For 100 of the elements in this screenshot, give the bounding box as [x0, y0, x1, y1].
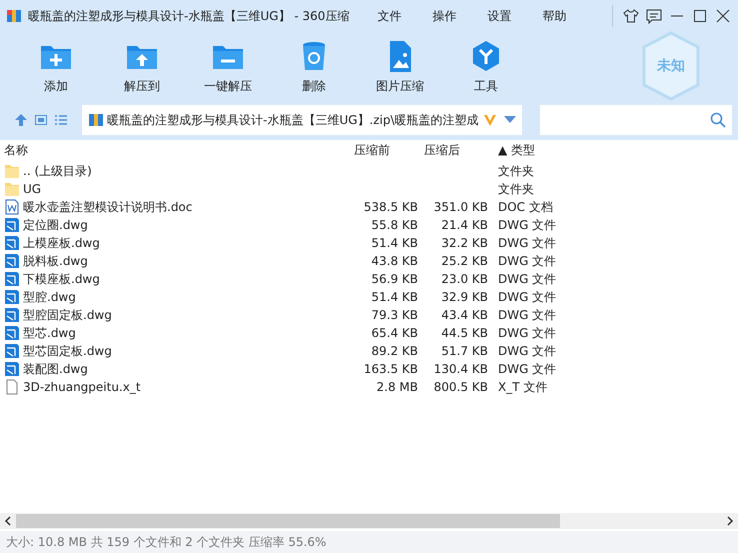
- shirt-icon[interactable]: [622, 8, 640, 24]
- column-header[interactable]: 名称: [0, 142, 348, 158]
- size-cell: 21.4 KB: [441, 218, 488, 232]
- folder-icon: [4, 181, 20, 197]
- toolbar-button[interactable]: 图片压缩: [362, 38, 438, 94]
- file-row[interactable]: UG 文件夹: [0, 180, 738, 198]
- drawing-file-icon: [4, 343, 20, 359]
- size-cell: 538.5 KB: [364, 200, 418, 214]
- file-row[interactable]: 型腔固定板.dwg 79.3 KB 43.4 KB DWG 文件: [0, 306, 738, 324]
- drawing-file-icon: [4, 271, 20, 287]
- file-row[interactable]: 型腔.dwg 51.4 KB 32.9 KB DWG 文件: [0, 288, 738, 306]
- drawing-file-icon: [4, 361, 20, 377]
- toolbar-button[interactable]: 一键解压: [190, 38, 266, 94]
- file-name: 3D-zhuangpeitu.x_t: [23, 380, 141, 394]
- file-name: 型腔.dwg: [23, 288, 76, 306]
- type-cell: X_T 文件: [498, 378, 548, 396]
- archive-icon: [6, 8, 22, 24]
- status-badge: 未知: [640, 31, 702, 101]
- drawing-file-icon: [4, 217, 20, 233]
- type-cell: DWG 文件: [498, 306, 556, 324]
- drawing-file-icon: [4, 235, 20, 251]
- dropdown-icon[interactable]: [504, 116, 516, 124]
- file-row[interactable]: 暖水壶盖注塑模设计说明书.doc 538.5 KB 351.0 KB DOC 文档: [0, 198, 738, 216]
- drawing-file-icon: [4, 325, 20, 341]
- size-cell: 130.4 KB: [434, 362, 488, 376]
- menu-item[interactable]: 设置: [485, 8, 514, 24]
- maximize-icon[interactable]: [691, 9, 709, 23]
- file-row[interactable]: 上模座板.dwg 51.4 KB 32.2 KB DWG 文件: [0, 234, 738, 252]
- search-field[interactable]: [540, 105, 732, 135]
- toolbar-button[interactable]: 工具: [448, 38, 524, 94]
- type-cell: DWG 文件: [498, 324, 556, 342]
- file-row[interactable]: 型芯固定板.dwg 89.2 KB 51.7 KB DWG 文件: [0, 342, 738, 360]
- size-cell: 51.7 KB: [441, 344, 488, 358]
- address-field[interactable]: 暖瓶盖的注塑成形与模具设计-水瓶盖【三维UG】.zip\暖瓶盖的注塑成: [82, 105, 522, 135]
- column-header[interactable]: 压缩后: [418, 142, 488, 158]
- address-path: 暖瓶盖的注塑成形与模具设计-水瓶盖【三维UG】.zip\暖瓶盖的注塑成: [107, 112, 479, 128]
- list-view-icon[interactable]: [54, 113, 68, 127]
- thumbnail-view-icon[interactable]: [34, 113, 48, 127]
- type-cell: DWG 文件: [498, 288, 556, 306]
- window-title: 暖瓶盖的注塑成形与模具设计-水瓶盖【三维UG】 - 360压缩: [28, 8, 350, 24]
- message-icon[interactable]: [645, 8, 663, 24]
- column-header[interactable]: ▲ 类型: [488, 142, 536, 158]
- type-cell: 文件夹: [498, 162, 534, 180]
- menu-item[interactable]: 帮助: [540, 8, 568, 24]
- file-name: 暖水壶盖注塑模设计说明书.doc: [23, 198, 192, 216]
- size-cell: 79.3 KB: [371, 308, 418, 322]
- size-cell: 2.8 MB: [376, 380, 418, 394]
- size-cell: 32.2 KB: [441, 236, 488, 250]
- size-cell: 55.8 KB: [371, 218, 418, 232]
- search-icon[interactable]: [710, 112, 726, 128]
- menu-item[interactable]: 操作: [430, 8, 458, 24]
- v-check-icon: [482, 112, 498, 128]
- file-name: 下模座板.dwg: [23, 270, 100, 288]
- file-name: 装配图.dwg: [23, 360, 88, 378]
- size-cell: 32.9 KB: [441, 290, 488, 304]
- file-name: 型腔固定板.dwg: [23, 306, 112, 324]
- file-name: 上模座板.dwg: [23, 234, 100, 252]
- up-arrow-icon[interactable]: [14, 113, 28, 127]
- file-row[interactable]: 3D-zhuangpeitu.x_t 2.8 MB 800.5 KB X_T 文件: [0, 378, 738, 396]
- file-name: 型芯.dwg: [23, 324, 76, 342]
- document-icon: [4, 199, 20, 215]
- type-cell: DWG 文件: [498, 342, 556, 360]
- folder-icon: [4, 163, 20, 179]
- status-text: 大小: 10.8 MB 共 159 个文件和 2 个文件夹 压缩率 55.6%: [0, 531, 738, 553]
- file-row[interactable]: 下模座板.dwg 56.9 KB 23.0 KB DWG 文件: [0, 270, 738, 288]
- column-header[interactable]: 压缩前: [348, 142, 418, 158]
- size-cell: 800.5 KB: [434, 380, 488, 394]
- file-row[interactable]: 脱料板.dwg 43.8 KB 25.2 KB DWG 文件: [0, 252, 738, 270]
- file-name: UG: [23, 182, 42, 196]
- type-cell: DOC 文档: [498, 198, 553, 216]
- file-row[interactable]: 型芯.dwg 65.4 KB 44.5 KB DWG 文件: [0, 324, 738, 342]
- file-name: 型芯固定板.dwg: [23, 342, 112, 360]
- type-cell: 文件夹: [498, 180, 534, 198]
- toolbar-button[interactable]: 添加: [18, 38, 94, 94]
- file-row[interactable]: 装配图.dwg 163.5 KB 130.4 KB DWG 文件: [0, 360, 738, 378]
- size-cell: 44.5 KB: [441, 326, 488, 340]
- type-cell: DWG 文件: [498, 270, 556, 288]
- size-cell: 23.0 KB: [441, 272, 488, 286]
- toolbar-button[interactable]: 解压到: [104, 38, 180, 94]
- type-cell: DWG 文件: [498, 360, 556, 378]
- file-name: 定位圈.dwg: [23, 216, 88, 234]
- menu-item[interactable]: 文件: [375, 8, 404, 24]
- toolbar-button[interactable]: 删除: [276, 38, 352, 94]
- type-cell: DWG 文件: [498, 252, 556, 270]
- file-row[interactable]: 定位圈.dwg 55.8 KB 21.4 KB DWG 文件: [0, 216, 738, 234]
- size-cell: 163.5 KB: [364, 362, 418, 376]
- file-name: 脱料板.dwg: [23, 252, 88, 270]
- size-cell: 65.4 KB: [371, 326, 418, 340]
- file-icon: [4, 379, 20, 395]
- size-cell: 56.9 KB: [371, 272, 418, 286]
- scrollbar-thumb[interactable]: [16, 514, 560, 528]
- size-cell: 51.4 KB: [371, 236, 418, 250]
- archive-icon: [88, 112, 104, 128]
- file-name: .. (上级目录): [23, 162, 92, 180]
- file-row[interactable]: .. (上级目录) 文件夹: [0, 162, 738, 180]
- drawing-file-icon: [4, 307, 20, 323]
- drawing-file-icon: [4, 253, 20, 269]
- type-cell: DWG 文件: [498, 216, 556, 234]
- drawing-file-icon: [4, 289, 20, 305]
- close-icon[interactable]: [714, 9, 732, 23]
